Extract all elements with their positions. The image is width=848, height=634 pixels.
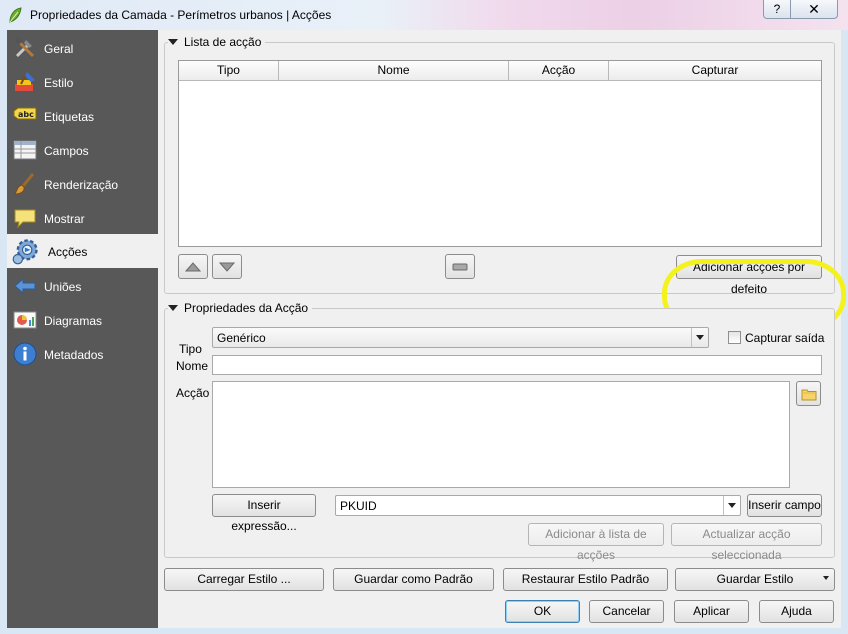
join-icon [14, 277, 36, 295]
capture-output-label: Capturar saída [745, 331, 825, 345]
sidebar: Geral Estilo abc Etiquetas Campos Render… [7, 30, 158, 628]
brush-render-icon [14, 173, 35, 195]
sidebar-item-metadados[interactable]: Metadados [7, 337, 158, 371]
sidebar-item-renderizacao[interactable]: Renderização [7, 167, 158, 201]
chevron-down-icon [723, 496, 740, 515]
dropdown-arrow-icon [823, 576, 829, 580]
load-style-button[interactable]: Carregar Estilo ... [164, 568, 324, 591]
tipo-label: Tipo [179, 342, 202, 356]
collapse-triangle-icon [168, 39, 178, 45]
gear-action-icon [12, 239, 38, 265]
column-header-capturar[interactable]: Capturar [609, 61, 821, 81]
column-header-nome[interactable]: Nome [279, 61, 509, 81]
arrow-down-icon [218, 262, 236, 272]
arrow-up-icon [184, 262, 202, 272]
field-combo[interactable]: PKUID [335, 495, 741, 516]
chevron-down-icon [691, 328, 708, 347]
action-table[interactable]: Tipo Nome Acção Capturar [178, 60, 822, 247]
table-fields-icon [13, 140, 37, 160]
help-title-button[interactable]: ? [763, 0, 791, 19]
restore-default-style-button[interactable]: Restaurar Estilo Padrão [503, 568, 668, 591]
sidebar-item-diagramas[interactable]: Diagramas [7, 303, 158, 337]
dialog-client: Geral Estilo abc Etiquetas Campos Render… [7, 30, 846, 628]
info-icon [13, 342, 37, 366]
wrench-hammer-icon [13, 36, 35, 58]
help-button[interactable]: Ajuda [759, 600, 834, 623]
sidebar-item-geral[interactable]: Geral [7, 31, 158, 65]
remove-action-button[interactable] [445, 254, 475, 279]
speech-bubble-icon [14, 209, 36, 229]
sidebar-item-estilo[interactable]: Estilo [7, 65, 158, 99]
column-header-tipo[interactable]: Tipo [179, 61, 279, 81]
insert-expression-button[interactable]: Inserir expressão... [212, 494, 316, 533]
collapse-triangle-icon [168, 305, 178, 311]
cancel-button[interactable]: Cancelar [589, 600, 664, 623]
move-down-button[interactable] [212, 254, 242, 279]
nome-label: Nome [176, 359, 209, 373]
sidebar-item-mostrar[interactable]: Mostrar [7, 201, 158, 235]
close-button[interactable]: ✕ [791, 0, 838, 19]
ok-button[interactable]: OK [505, 600, 580, 623]
column-header-accao[interactable]: Acção [509, 61, 609, 81]
sidebar-item-campos[interactable]: Campos [7, 133, 158, 167]
action-properties-title[interactable]: Propriedades da Acção [168, 301, 313, 315]
apply-button[interactable]: Aplicar [674, 600, 749, 623]
sidebar-item-accoes[interactable]: Acções [7, 234, 158, 268]
remove-icon [452, 263, 468, 271]
update-selected-action-button[interactable]: Actualizar acção seleccionada [671, 523, 822, 562]
tipo-combo[interactable]: Genérico [212, 327, 709, 348]
accao-textarea[interactable] [212, 381, 790, 488]
save-as-default-button[interactable]: Guardar como Padrão [333, 568, 494, 591]
action-list-title[interactable]: Lista de acção [168, 35, 266, 49]
browse-button[interactable] [796, 381, 821, 406]
nome-input[interactable] [212, 355, 822, 375]
diagram-icon [13, 311, 37, 329]
window-title: Propriedades da Camada - Perímetros urba… [30, 8, 332, 22]
folder-icon [801, 389, 816, 401]
svg-text:abc: abc [18, 110, 34, 119]
insert-field-button[interactable]: Inserir campo [747, 494, 822, 517]
paint-brush-icon [15, 72, 35, 91]
capture-output-checkbox[interactable] [728, 331, 741, 344]
accao-label: Acção [176, 386, 210, 400]
sidebar-item-unioes[interactable]: Uniões [7, 269, 158, 303]
abc-label-icon: abc [13, 107, 37, 120]
sidebar-item-etiquetas[interactable]: abc Etiquetas [7, 99, 158, 133]
add-to-action-list-button[interactable]: Adicionar à lista de acções [528, 523, 664, 562]
save-style-button[interactable]: Guardar Estilo [675, 568, 835, 591]
move-up-button[interactable] [178, 254, 208, 279]
title-bar: Propriedades da Camada - Perímetros urba… [0, 0, 848, 30]
qgis-leaf-icon [9, 7, 22, 23]
